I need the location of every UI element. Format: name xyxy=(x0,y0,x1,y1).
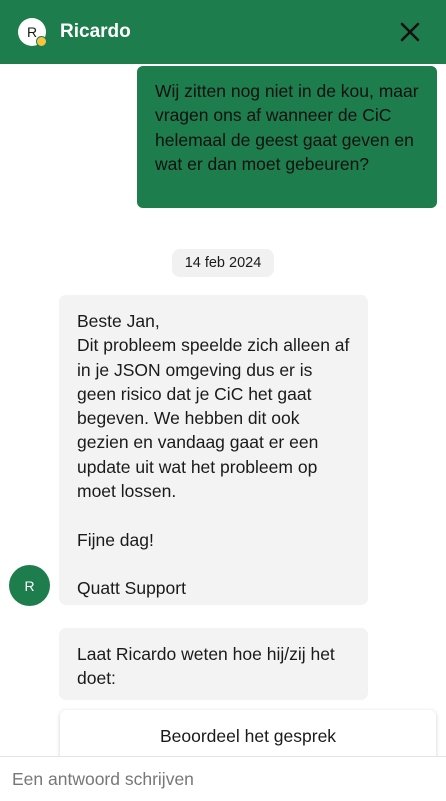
agent-avatar: R xyxy=(9,565,50,606)
rate-conversation-button[interactable]: Beoordeel het gesprek xyxy=(60,710,436,762)
close-button[interactable] xyxy=(396,18,424,46)
contact-name: Ricardo xyxy=(60,21,131,42)
rating-prompt-message: Laat Ricardo weten hoe hij/zij het doet: xyxy=(59,628,368,700)
reply-input[interactable] xyxy=(12,759,432,799)
close-icon xyxy=(400,22,420,42)
chat-header: R Ricardo xyxy=(0,0,446,64)
status-dot-icon xyxy=(36,36,47,47)
incoming-message: Beste Jan, Dit probleem speelde zich all… xyxy=(59,295,368,605)
composer-bar xyxy=(0,756,446,801)
header-avatar: R xyxy=(18,18,47,47)
date-separator: 14 feb 2024 xyxy=(172,249,274,277)
outgoing-message: Wij zitten nog niet in de kou, maar vrag… xyxy=(137,66,437,208)
